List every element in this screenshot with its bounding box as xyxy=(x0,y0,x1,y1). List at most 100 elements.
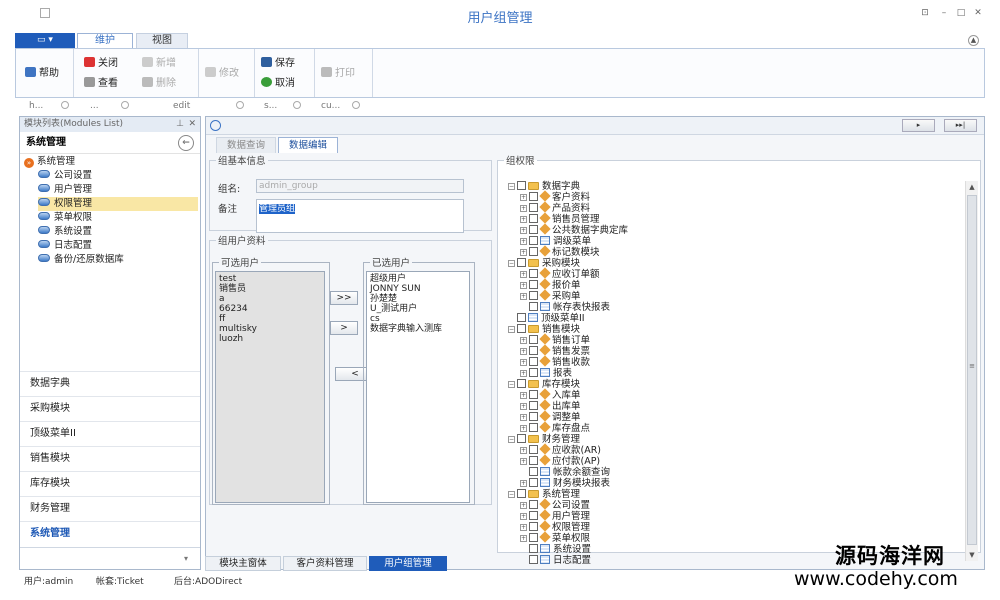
nav-button[interactable]: 财务管理 xyxy=(20,496,200,520)
expand-toggle-icon[interactable]: + xyxy=(520,282,527,289)
permission-node[interactable]: 帐款余额查询 xyxy=(520,467,610,478)
close-icon[interactable]: ✕ xyxy=(188,117,196,132)
permission-checkbox[interactable] xyxy=(529,533,538,542)
add-all-users-button[interactable]: >> xyxy=(330,291,358,305)
group-name-field[interactable]: admin_group xyxy=(256,179,464,193)
modify-button[interactable]: 修改 xyxy=(205,67,239,81)
permission-checkbox[interactable] xyxy=(529,214,538,223)
tab-customer-management[interactable]: 客户资料管理 xyxy=(283,556,367,571)
permission-checkbox[interactable] xyxy=(529,445,538,454)
expand-toggle-icon[interactable]: + xyxy=(520,249,527,256)
view-button[interactable]: 查看 xyxy=(84,77,118,91)
tree-item[interactable]: 系统设置 xyxy=(38,225,198,239)
selected-users-list[interactable]: 超级用户 JONNY SUN 孙楚楚 U_测试用户 cs 数据字典输入测库 xyxy=(366,271,470,503)
expand-toggle-icon[interactable]: − xyxy=(508,436,515,443)
permission-checkbox[interactable] xyxy=(529,236,538,245)
selected-user-item[interactable]: 数据字典输入测库 xyxy=(370,324,466,334)
expand-toggle-icon[interactable]: − xyxy=(508,183,515,190)
available-user-item[interactable]: luozh xyxy=(219,334,321,344)
nav-button[interactable]: 库存模块 xyxy=(20,471,200,495)
available-users-list[interactable]: test 销售员 a 66234 ff multisky luozh xyxy=(215,271,325,503)
permission-checkbox[interactable] xyxy=(529,412,538,421)
permission-node[interactable]: + 菜单权限 xyxy=(520,531,590,544)
permission-checkbox[interactable] xyxy=(529,269,538,278)
group-expand-icon[interactable] xyxy=(121,101,129,109)
permission-checkbox[interactable] xyxy=(529,302,538,311)
ribbon-collapse-icon[interactable]: ▲ xyxy=(968,35,979,46)
permission-checkbox[interactable] xyxy=(529,192,538,201)
permission-node[interactable]: + 销售发票 xyxy=(520,344,590,357)
permission-node[interactable]: + 报价单 xyxy=(520,278,581,291)
permission-checkbox[interactable] xyxy=(529,203,538,212)
permission-node[interactable]: + 入库单 xyxy=(520,388,581,401)
tree-item[interactable]: 菜单权限 xyxy=(38,211,198,225)
expand-toggle-icon[interactable]: + xyxy=(520,271,527,278)
permission-checkbox[interactable] xyxy=(529,247,538,256)
selected-user-item[interactable]: 孙楚楚 xyxy=(370,294,466,304)
permission-node[interactable]: + 出库单 xyxy=(520,399,581,412)
expand-toggle-icon[interactable]: + xyxy=(520,293,527,300)
expand-toggle-icon[interactable]: + xyxy=(520,414,527,421)
permission-node[interactable]: + 应付款(AP) xyxy=(520,454,600,467)
back-arrow-icon[interactable]: ← xyxy=(178,135,194,151)
expand-toggle-icon[interactable]: + xyxy=(520,447,527,454)
tab-data-query[interactable]: 数据查询 xyxy=(216,137,276,153)
selected-user-item[interactable]: U_测试用户 xyxy=(370,304,466,314)
tab-data-edit[interactable]: 数据编辑 xyxy=(278,137,338,153)
last-record-button[interactable]: ▸▸| xyxy=(944,119,977,132)
expand-toggle-icon[interactable]: + xyxy=(520,480,527,487)
permission-checkbox[interactable] xyxy=(517,181,526,190)
expand-toggle-icon[interactable]: + xyxy=(520,535,527,542)
tree-item[interactable]: 公司设置 xyxy=(38,169,198,183)
expand-toggle-icon[interactable]: + xyxy=(520,227,527,234)
permission-checkbox[interactable] xyxy=(517,379,526,388)
tab-user-group-management[interactable]: 用户组管理 xyxy=(369,556,447,571)
expand-toggle-icon[interactable]: + xyxy=(520,524,527,531)
permission-node[interactable]: 帐存表快报表 xyxy=(520,302,610,313)
permission-checkbox[interactable] xyxy=(529,346,538,355)
permission-node[interactable]: + 销售订单 xyxy=(520,333,590,346)
expand-toggle-icon[interactable]: + xyxy=(520,205,527,212)
expand-toggle-icon[interactable]: + xyxy=(520,425,527,432)
permission-checkbox[interactable] xyxy=(517,258,526,267)
permission-node[interactable]: + 财务模块报表 xyxy=(520,478,610,489)
permission-checkbox[interactable] xyxy=(517,434,526,443)
permission-node[interactable]: + 采购单 xyxy=(520,289,581,302)
permission-checkbox[interactable] xyxy=(517,313,526,322)
available-user-item[interactable]: ff xyxy=(219,314,321,324)
help-button[interactable]: 帮助 xyxy=(25,67,59,81)
permission-checkbox[interactable] xyxy=(529,555,538,564)
scroll-up-icon[interactable]: ▲ xyxy=(966,181,978,193)
permission-node[interactable]: + 销售员管理 xyxy=(520,212,600,225)
permission-node[interactable]: + 产品资料 xyxy=(520,201,590,214)
selected-user-item[interactable]: 超级用户 xyxy=(370,274,466,284)
permission-checkbox[interactable] xyxy=(529,280,538,289)
permission-node[interactable]: + 调级菜单 xyxy=(520,236,591,247)
permission-node[interactable]: + 标记数模块 xyxy=(520,245,600,258)
permission-node[interactable]: + 应收订单额 xyxy=(520,267,600,280)
available-user-item[interactable]: 销售员 xyxy=(219,284,321,294)
nav-overflow-chevron-icon[interactable]: ▾ xyxy=(20,547,200,569)
available-user-item[interactable]: a xyxy=(219,294,321,304)
tab-view[interactable]: 视图 xyxy=(136,33,188,48)
permission-checkbox[interactable] xyxy=(529,423,538,432)
scroll-thumb[interactable]: ≡ xyxy=(967,195,977,545)
scroll-down-icon[interactable]: ▼ xyxy=(966,549,978,561)
selected-user-item[interactable]: cs xyxy=(370,314,466,324)
permission-checkbox[interactable] xyxy=(529,467,538,476)
permission-node[interactable]: 日志配置 xyxy=(520,555,591,566)
expand-toggle-icon[interactable]: + xyxy=(520,392,527,399)
permission-checkbox[interactable] xyxy=(529,390,538,399)
expand-toggle-icon[interactable]: + xyxy=(520,359,527,366)
permission-checkbox[interactable] xyxy=(517,489,526,498)
permission-scrollbar[interactable]: ▲ ≡ ▼ xyxy=(965,181,978,561)
nav-button[interactable]: 采购模块 xyxy=(20,396,200,420)
expand-toggle-icon[interactable]: + xyxy=(520,194,527,201)
permission-node[interactable]: + 用户管理 xyxy=(520,509,590,522)
permission-node[interactable]: + 公共数据字典定库 xyxy=(520,223,628,236)
expand-toggle-icon[interactable]: + xyxy=(520,513,527,520)
permission-checkbox[interactable] xyxy=(529,478,538,487)
permission-node[interactable]: + 权限管理 xyxy=(520,520,590,533)
maximize-button[interactable]: □ xyxy=(954,8,968,20)
expand-arrow-icon[interactable]: » xyxy=(24,158,34,168)
